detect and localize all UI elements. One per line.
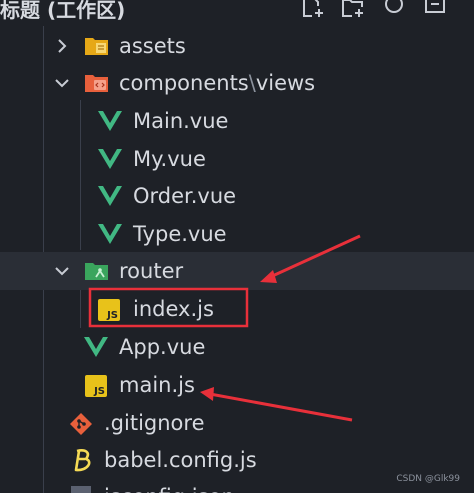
js-file-icon: JS <box>98 299 120 321</box>
folder-assets-icon <box>84 34 110 58</box>
tree-item-components-views[interactable]: components\views <box>0 64 474 102</box>
collapse-all-icon[interactable] <box>423 0 449 20</box>
new-file-icon[interactable] <box>300 0 326 20</box>
tree-item-label: Order.vue <box>133 184 237 208</box>
tree-item-main-js[interactable]: JS main.js <box>0 366 474 404</box>
tree-item-label: Type.vue <box>133 222 227 246</box>
chevron-down-icon <box>53 74 71 92</box>
workspace-title: 标题 (工作区) <box>0 0 126 22</box>
tree-item-label: .gitignore <box>104 411 205 435</box>
git-icon <box>69 412 93 436</box>
tree-item-index-js[interactable]: JS index.js <box>0 290 474 328</box>
tree-item-label: babel.config.js <box>104 448 257 472</box>
tree-item-label: main.js <box>119 373 195 397</box>
tree-item-label: assets <box>119 34 186 58</box>
chevron-right-icon <box>53 37 71 55</box>
tree-item-my-vue[interactable]: My.vue <box>0 140 474 178</box>
vue-file-icon <box>98 148 122 170</box>
tree-item-label: index.js <box>133 297 214 321</box>
explorer-header: 标题 (工作区) <box>0 0 474 26</box>
tree-item-app-vue[interactable]: App.vue <box>0 328 474 366</box>
folder-name-components: components <box>119 71 249 95</box>
tree-item-label: jsconfig.json <box>104 484 235 493</box>
folder-name-views: views <box>255 71 316 95</box>
vue-file-icon <box>84 336 108 358</box>
folder-components-icon <box>84 71 110 95</box>
tree-item-main-vue[interactable]: Main.vue <box>0 102 474 140</box>
path-separator: \ <box>248 71 256 95</box>
tree-item-label: Main.vue <box>133 109 229 133</box>
tree-item-label: App.vue <box>119 335 206 359</box>
vue-file-icon <box>98 110 122 132</box>
js-file-icon: JS <box>85 375 107 397</box>
watermark: CSDN @Glk99 <box>396 474 460 484</box>
tree-item-label: My.vue <box>133 147 206 171</box>
new-folder-icon[interactable] <box>340 0 366 20</box>
babel-icon <box>70 448 94 474</box>
chevron-down-icon <box>53 262 71 280</box>
tree-item-type-vue[interactable]: Type.vue <box>0 215 474 253</box>
file-icon <box>71 486 91 493</box>
refresh-icon[interactable] <box>381 0 407 20</box>
tree-item-router[interactable]: router <box>0 252 474 290</box>
tree-item-assets[interactable]: assets <box>0 27 474 65</box>
folder-router-icon <box>84 259 110 283</box>
vue-file-icon <box>98 185 122 207</box>
tree-item-gitignore[interactable]: .gitignore <box>0 404 474 442</box>
tree-item-label: components\views <box>119 70 315 96</box>
tree-item-label: router <box>119 259 184 283</box>
tree-item-order-vue[interactable]: Order.vue <box>0 177 474 215</box>
vue-file-icon <box>98 223 122 245</box>
